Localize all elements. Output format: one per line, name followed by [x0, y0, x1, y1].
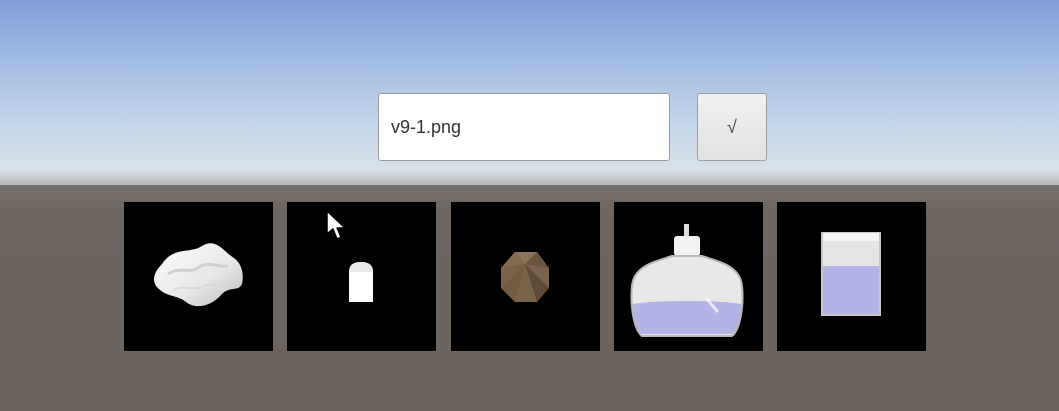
cloth-icon [154, 243, 243, 307]
flask-icon [630, 224, 744, 337]
polyhedron-icon [501, 252, 549, 302]
capsule-icon [349, 262, 373, 302]
thumbnail-flask[interactable] [614, 202, 763, 351]
thumbnail-beaker[interactable] [777, 202, 926, 351]
thumbnail-capsule[interactable] [287, 202, 436, 351]
thumbnail-row [124, 202, 926, 351]
beaker-icon [821, 232, 881, 316]
thumbnail-cloth[interactable] [124, 202, 273, 351]
confirm-button-label: √ [727, 116, 737, 137]
thumbnail-polyhedron[interactable] [451, 202, 600, 351]
filename-input[interactable] [378, 93, 670, 161]
confirm-button[interactable]: √ [697, 93, 767, 161]
